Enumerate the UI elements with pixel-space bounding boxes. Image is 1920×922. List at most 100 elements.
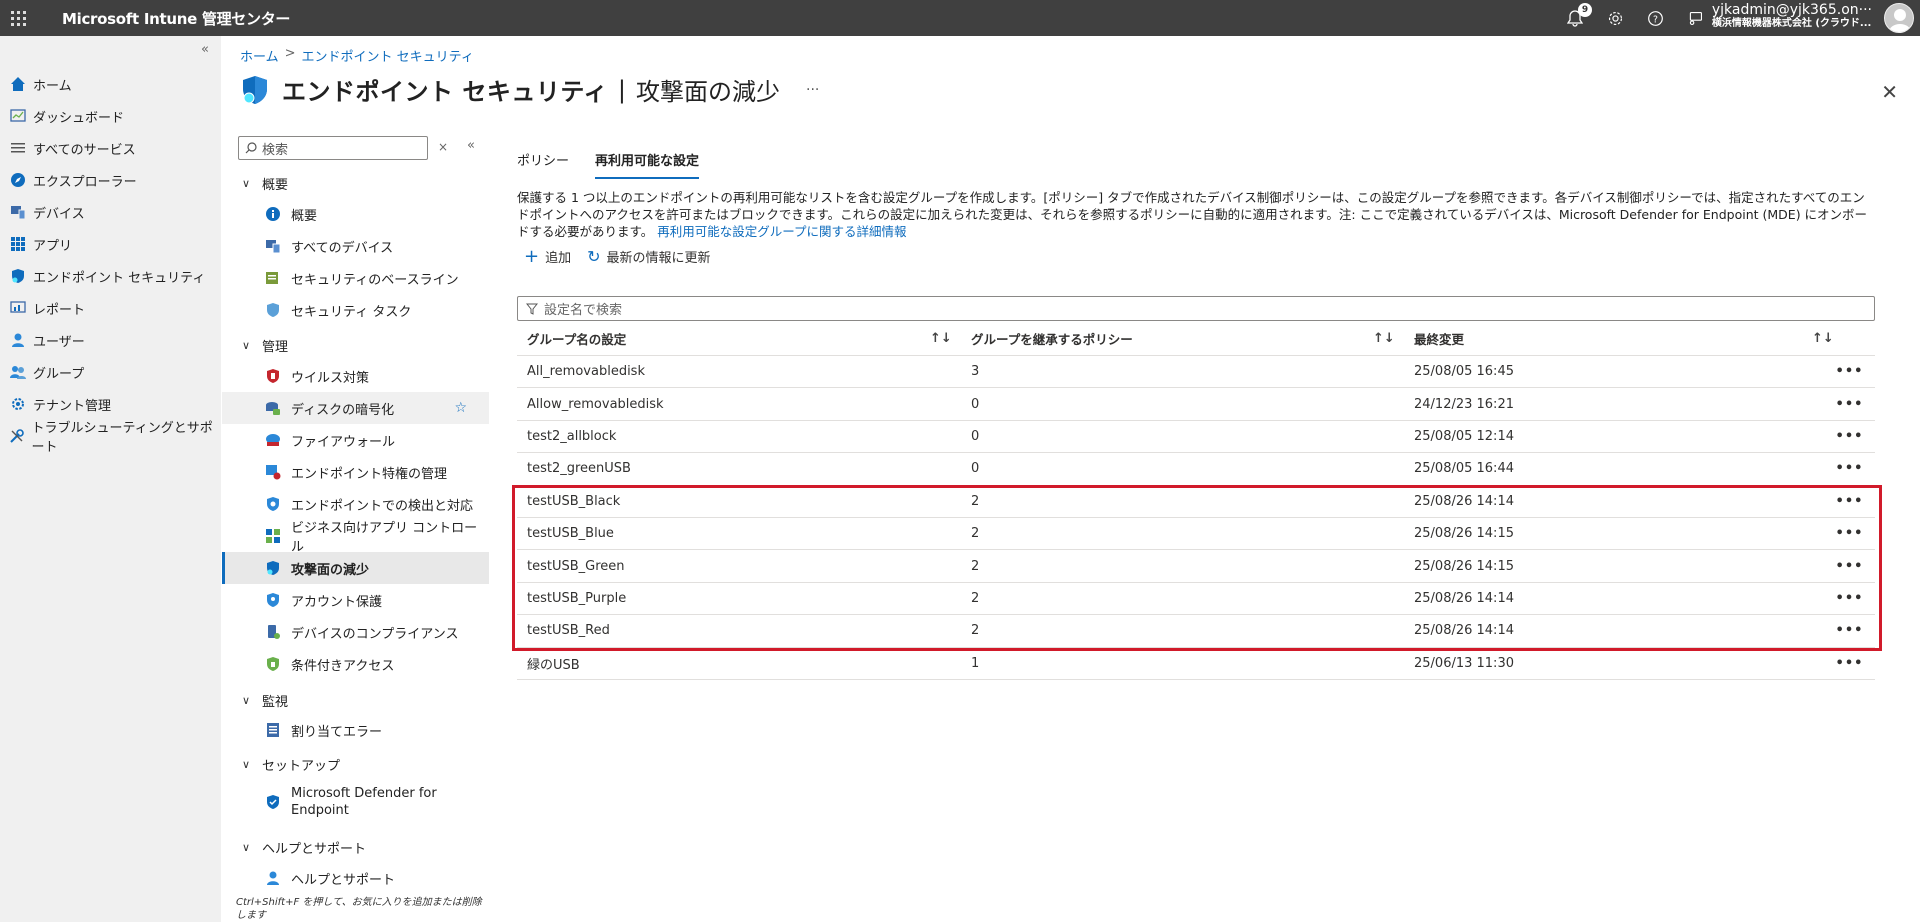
row-more-actions-button[interactable]: •••: [1824, 364, 1875, 379]
sidebar-item-endpoint-security[interactable]: エンドポイント セキュリティ: [0, 260, 221, 292]
row-more-actions-button[interactable]: •••: [1824, 656, 1875, 671]
row-more-actions-button[interactable]: •••: [1824, 526, 1875, 541]
table-row[interactable]: testUSB_Black 2 25/08/26 14:14 •••: [517, 486, 1875, 518]
sidebar-item-home[interactable]: ホーム: [0, 68, 221, 100]
menu-item-account-protection[interactable]: アカウント保護: [222, 584, 489, 616]
feedback-icon[interactable]: [1684, 7, 1706, 29]
menu-item-help-support[interactable]: ヘルプとサポート: [222, 862, 489, 894]
collapse-nav-icon[interactable]: «: [201, 42, 209, 57]
table-row[interactable]: testUSB_Red 2 25/08/26 14:14 •••: [517, 615, 1875, 648]
sidebar-item-list[interactable]: すべてのサービス: [0, 132, 221, 164]
clear-search-button[interactable]: ×: [438, 140, 448, 154]
learn-more-link[interactable]: 再利用可能な設定グループに関する詳細情報: [657, 224, 906, 239]
devices-icon: [265, 238, 281, 254]
menu-item-security-tasks[interactable]: セキュリティ タスク: [222, 294, 489, 326]
column-header-inheriting-policies[interactable]: グループを継承するポリシー ↑↓: [961, 322, 1404, 356]
privilege-icon: [265, 464, 281, 480]
cell-group-name[interactable]: All_removabledisk: [517, 364, 961, 379]
close-blade-button[interactable]: ✕: [1881, 80, 1898, 104]
account-info[interactable]: yjkadmin@yjk365.on··· 横浜情報機器株式会社 (クラウド..…: [1712, 3, 1872, 31]
cell-inheriting-policies: 3: [971, 364, 980, 380]
menu-item-firewall[interactable]: ファイアウォール: [222, 424, 489, 456]
menu-item-overview[interactable]: 概要: [222, 198, 489, 230]
row-more-actions-button[interactable]: •••: [1824, 494, 1875, 509]
table-row[interactable]: test2_allblock 0 25/08/05 12:14 •••: [517, 421, 1875, 454]
row-more-actions-button[interactable]: •••: [1824, 461, 1875, 476]
column-header-last-modified[interactable]: 最終変更 ↑↓: [1404, 322, 1834, 356]
breadcrumb-home[interactable]: ホーム: [240, 46, 279, 65]
sidebar-item-tenant[interactable]: テナント管理: [0, 388, 221, 420]
more-actions-button[interactable]: ···: [806, 82, 819, 98]
menu-item-assignment-errors[interactable]: 割り当てエラー: [222, 714, 489, 746]
cell-group-name[interactable]: Allow_removabledisk: [517, 397, 961, 412]
help-icon[interactable]: ?: [1644, 7, 1666, 29]
table-row[interactable]: 緑のUSB 1 25/06/13 11:30 •••: [517, 648, 1875, 680]
menu-item-device-compliance[interactable]: デバイスのコンプライアンス: [222, 616, 489, 648]
menu-search-input[interactable]: 検索: [238, 136, 428, 160]
cell-group-name[interactable]: test2_greenUSB: [517, 461, 961, 476]
sidebar-item-troubleshoot[interactable]: トラブルシューティングとサポート: [0, 420, 221, 455]
sort-icon[interactable]: ↑↓: [930, 331, 952, 346]
menu-item-defender-for-endpoint[interactable]: Microsoft Defender for Endpoint: [222, 782, 489, 822]
help-support-person-icon: [265, 870, 281, 886]
add-button[interactable]: + 追加: [524, 246, 571, 267]
cell-group-name[interactable]: testUSB_Red: [517, 623, 961, 638]
cell-group-name[interactable]: testUSB_Green: [517, 559, 961, 574]
table-row[interactable]: test2_greenUSB 0 25/08/05 16:44 •••: [517, 453, 1875, 486]
row-more-actions-button[interactable]: •••: [1824, 623, 1875, 638]
refresh-button[interactable]: ↻ 最新の情報に更新: [587, 247, 710, 266]
tab-reusable-settings[interactable]: 再利用可能な設定: [595, 150, 700, 179]
app-title[interactable]: Microsoft Intune 管理センター: [62, 8, 290, 29]
menu-item-app-control[interactable]: ビジネス向けアプリ コントロール: [222, 520, 489, 555]
row-more-actions-button[interactable]: •••: [1824, 559, 1875, 574]
cell-group-name[interactable]: testUSB_Purple: [517, 591, 961, 606]
menu-item-disk-encryption[interactable]: ディスクの暗号化 ☆: [222, 392, 489, 424]
table-row[interactable]: Allow_removabledisk 0 24/12/23 16:21 •••: [517, 388, 1875, 421]
table-row[interactable]: All_removabledisk 3 25/08/05 16:45 •••: [517, 356, 1875, 389]
sidebar-item-device[interactable]: デバイス: [0, 196, 221, 228]
section-manage[interactable]: ∨ 管理: [242, 336, 288, 355]
sidebar-item-report[interactable]: レポート: [0, 292, 221, 324]
sidebar-item-apps[interactable]: アプリ: [0, 228, 221, 260]
menu-item-endpoint-privilege[interactable]: エンドポイント特権の管理: [222, 456, 489, 488]
app-launcher-icon[interactable]: [0, 0, 36, 36]
favorite-star-icon[interactable]: ☆: [454, 400, 467, 416]
cell-group-name[interactable]: test2_allblock: [517, 429, 961, 444]
avatar[interactable]: [1884, 3, 1914, 33]
notifications-icon[interactable]: 9: [1564, 3, 1592, 29]
table-row[interactable]: testUSB_Green 2 25/08/26 14:15 •••: [517, 550, 1875, 583]
column-header-group-name[interactable]: グループ名の設定 ↑↓: [517, 322, 961, 356]
menu-item-attack-surface-reduction[interactable]: 攻撃面の減少: [222, 552, 489, 584]
menu-item-antivirus[interactable]: ウイルス対策: [222, 360, 489, 392]
cell-group-name[interactable]: 緑のUSB: [517, 654, 961, 673]
section-help[interactable]: ∨ ヘルプとサポート: [242, 838, 366, 857]
row-more-actions-button[interactable]: •••: [1824, 429, 1875, 444]
tab-policies[interactable]: ポリシー: [517, 150, 569, 179]
settings-gear-icon[interactable]: [1604, 7, 1626, 29]
table-row[interactable]: testUSB_Purple 2 25/08/26 14:14 •••: [517, 583, 1875, 616]
menu-item-security-baselines[interactable]: セキュリティのベースライン: [222, 262, 489, 294]
sort-icon[interactable]: ↑↓: [1373, 331, 1395, 346]
sidebar-item-label: ダッシュボード: [33, 110, 125, 126]
section-monitor[interactable]: ∨ 監視: [242, 691, 288, 710]
sidebar-item-user[interactable]: ユーザー: [0, 324, 221, 356]
table-row[interactable]: testUSB_Blue 2 25/08/26 14:15 •••: [517, 518, 1875, 551]
cell-group-name[interactable]: testUSB_Black: [517, 494, 961, 509]
menu-item-conditional-access[interactable]: 条件付きアクセス: [222, 648, 489, 680]
collapse-menu-button[interactable]: «: [467, 138, 475, 153]
cell-group-name[interactable]: testUSB_Blue: [517, 526, 961, 541]
section-overview[interactable]: ∨ 概要: [242, 174, 288, 193]
breadcrumb-endpoint-security[interactable]: エンドポイント セキュリティ: [302, 46, 474, 65]
breadcrumb: ホーム > エンドポイント セキュリティ: [240, 46, 474, 65]
sidebar-item-group[interactable]: グループ: [0, 356, 221, 388]
section-setup[interactable]: ∨ セットアップ: [242, 755, 340, 774]
sidebar-item-explorer[interactable]: エクスプローラー: [0, 164, 221, 196]
chevron-down-icon: ∨: [242, 339, 251, 352]
row-more-actions-button[interactable]: •••: [1824, 591, 1875, 606]
sidebar-item-dashboard[interactable]: ダッシュボード: [0, 100, 221, 132]
menu-item-label: Microsoft Defender for Endpoint: [291, 786, 437, 818]
menu-item-all-devices[interactable]: すべてのデバイス: [222, 230, 489, 262]
menu-item-edr[interactable]: エンドポイントでの検出と対応: [222, 488, 489, 520]
settings-name-filter-input[interactable]: 設定名で検索: [517, 296, 1875, 321]
row-more-actions-button[interactable]: •••: [1824, 397, 1875, 412]
